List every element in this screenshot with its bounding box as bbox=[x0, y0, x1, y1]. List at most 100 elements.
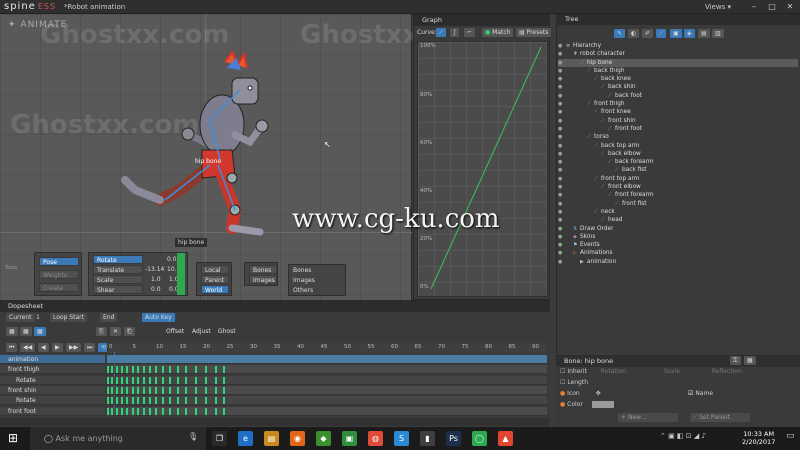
visibility-icon[interactable]: ● bbox=[558, 233, 566, 241]
visibility-icon[interactable]: ● bbox=[558, 50, 566, 58]
keyframe[interactable] bbox=[205, 407, 207, 415]
tree-item[interactable]: ● ♆ robot character bbox=[558, 50, 798, 58]
tree-item[interactable]: ● ▶ animation bbox=[558, 258, 798, 266]
robot-character[interactable]: hip bone bbox=[110, 50, 310, 245]
curve-stepped-icon[interactable]: ⌐ bbox=[464, 28, 476, 37]
tree-item[interactable]: ● ⟋ back thigh bbox=[558, 67, 798, 75]
keyframe[interactable] bbox=[155, 386, 157, 394]
keyframe[interactable] bbox=[185, 407, 187, 415]
taskbar-app-icon[interactable]: ◉ bbox=[290, 431, 305, 446]
dopesheet-row-label[interactable]: Rotate bbox=[0, 396, 105, 406]
pose-button[interactable]: Pose bbox=[39, 257, 79, 266]
create-button[interactable]: Create bbox=[39, 283, 79, 292]
dopesheet-row[interactable]: Rotate bbox=[0, 375, 550, 385]
keyframe[interactable] bbox=[143, 386, 145, 394]
views-menu[interactable]: Views ▾ bbox=[705, 3, 731, 11]
tree-item[interactable]: ● ⟋ front fist bbox=[558, 200, 798, 208]
auto-key-button[interactable]: Auto Key bbox=[142, 313, 175, 322]
keyframe[interactable] bbox=[143, 397, 145, 405]
keyframe[interactable] bbox=[121, 366, 123, 374]
prev-key-icon[interactable]: ◀◀ bbox=[20, 343, 36, 352]
keyframe[interactable] bbox=[126, 376, 128, 384]
keyframe[interactable] bbox=[116, 386, 118, 394]
visibility-icon[interactable]: ● bbox=[558, 75, 566, 83]
keyframe[interactable] bbox=[162, 397, 164, 405]
keyframe[interactable] bbox=[169, 397, 171, 405]
translate-button[interactable]: Translate bbox=[93, 265, 143, 274]
notifications-icon[interactable]: ▭ bbox=[786, 431, 795, 441]
keyframe[interactable] bbox=[126, 386, 128, 394]
keyframe[interactable] bbox=[223, 386, 225, 394]
keyframe[interactable] bbox=[195, 376, 197, 384]
option-others[interactable]: Others bbox=[293, 287, 313, 294]
visibility-icon[interactable]: ● bbox=[558, 100, 566, 108]
taskbar-app-icon[interactable]: ▮ bbox=[420, 431, 435, 446]
keyframe[interactable] bbox=[132, 366, 134, 374]
key-icon[interactable]: ▦ bbox=[20, 327, 32, 336]
compensate-images[interactable]: Images bbox=[249, 275, 277, 284]
keyframe[interactable] bbox=[195, 407, 197, 415]
translate-x[interactable]: -13.14 bbox=[145, 266, 164, 273]
match-button[interactable]: ● Match bbox=[482, 28, 514, 37]
scale-button[interactable]: Scale bbox=[93, 275, 143, 284]
inherit-rotation[interactable]: Rotation bbox=[601, 368, 626, 375]
keyframe[interactable] bbox=[121, 386, 123, 394]
keyframe[interactable] bbox=[149, 407, 151, 415]
keyframe[interactable] bbox=[111, 386, 113, 394]
keyframe[interactable] bbox=[205, 376, 207, 384]
taskbar-app-icon[interactable]: ◯ bbox=[472, 431, 487, 446]
first-frame-icon[interactable]: ⏮ bbox=[6, 343, 18, 352]
inherit-scale[interactable]: Scale bbox=[664, 368, 680, 375]
visibility-icon[interactable]: ● bbox=[558, 92, 566, 100]
visibility-icon[interactable]: ● bbox=[558, 208, 566, 216]
keyframe[interactable] bbox=[137, 376, 139, 384]
visibility-icon[interactable]: ● bbox=[558, 125, 566, 133]
keyframe[interactable] bbox=[143, 366, 145, 374]
keyframe[interactable] bbox=[126, 407, 128, 415]
taskbar-app-icon[interactable]: ▤ bbox=[264, 431, 279, 446]
keyframe[interactable] bbox=[195, 386, 197, 394]
keyframe[interactable] bbox=[107, 366, 109, 374]
dopesheet-scrollbar[interactable] bbox=[0, 418, 550, 426]
tree-item[interactable]: ● ⟋ hip bone bbox=[558, 58, 798, 67]
visibility-icon[interactable]: ● bbox=[558, 249, 566, 257]
keyframe[interactable] bbox=[162, 376, 164, 384]
tree-item[interactable]: ● ⟋ back knee bbox=[558, 75, 798, 83]
dopesheet-row-label[interactable]: front thigh bbox=[0, 365, 105, 375]
dopesheet-row-label[interactable]: front shin bbox=[0, 385, 105, 395]
keyframe[interactable] bbox=[149, 397, 151, 405]
tree-item[interactable]: ● ⟋ front foot bbox=[558, 125, 798, 133]
keyframe[interactable] bbox=[111, 366, 113, 374]
rotate-button[interactable]: Rotate bbox=[93, 255, 143, 264]
taskbar-app-icon[interactable]: ◍ bbox=[368, 431, 383, 446]
color-swatch[interactable] bbox=[592, 401, 614, 408]
tree-item[interactable]: ● ⟋ back shin bbox=[558, 83, 798, 91]
option-images[interactable]: Images bbox=[293, 277, 315, 284]
visibility-icon[interactable]: ● bbox=[558, 150, 566, 158]
folder-icon[interactable]: ▤ bbox=[698, 29, 710, 38]
rotate-value[interactable]: 0.0 bbox=[167, 256, 177, 263]
tree-settings-icon[interactable]: ▥ bbox=[712, 29, 724, 38]
weights-mode-icon[interactable]: ◐ bbox=[628, 29, 640, 38]
presets-button[interactable]: ▤ Presets bbox=[516, 28, 552, 37]
delete-icon[interactable]: ✕ bbox=[110, 327, 122, 336]
keyframe[interactable] bbox=[107, 386, 109, 394]
visibility-icon[interactable]: ● bbox=[558, 67, 566, 75]
visibility-icon[interactable]: ● bbox=[558, 42, 566, 50]
keyframe[interactable] bbox=[137, 386, 139, 394]
tree-item[interactable]: ● ≡ Hierarchy bbox=[558, 42, 798, 50]
visibility-icon[interactable]: ● bbox=[558, 117, 566, 125]
keyframe[interactable] bbox=[132, 397, 134, 405]
keyframe[interactable] bbox=[137, 366, 139, 374]
keyframe[interactable] bbox=[107, 376, 109, 384]
current-button[interactable]: Current bbox=[6, 313, 35, 322]
keyframe[interactable] bbox=[137, 407, 139, 415]
tree-item[interactable]: ● ⇅ Draw Order bbox=[558, 225, 798, 233]
tree-item[interactable]: ● ⚑ Events bbox=[558, 241, 798, 249]
keyframe[interactable] bbox=[111, 397, 113, 405]
tree-item[interactable]: ● ⟋ front forearm bbox=[558, 191, 798, 199]
keyframe[interactable] bbox=[111, 407, 113, 415]
frame-ruler[interactable]: 0 5 10 15 20 25 30 35 40 45 50 55 60 65 70 75 80 85 90 bbox=[107, 343, 547, 353]
name-row[interactable]: ☑ Name bbox=[688, 389, 713, 399]
curve-bezier-icon[interactable]: ∫ bbox=[450, 28, 460, 37]
